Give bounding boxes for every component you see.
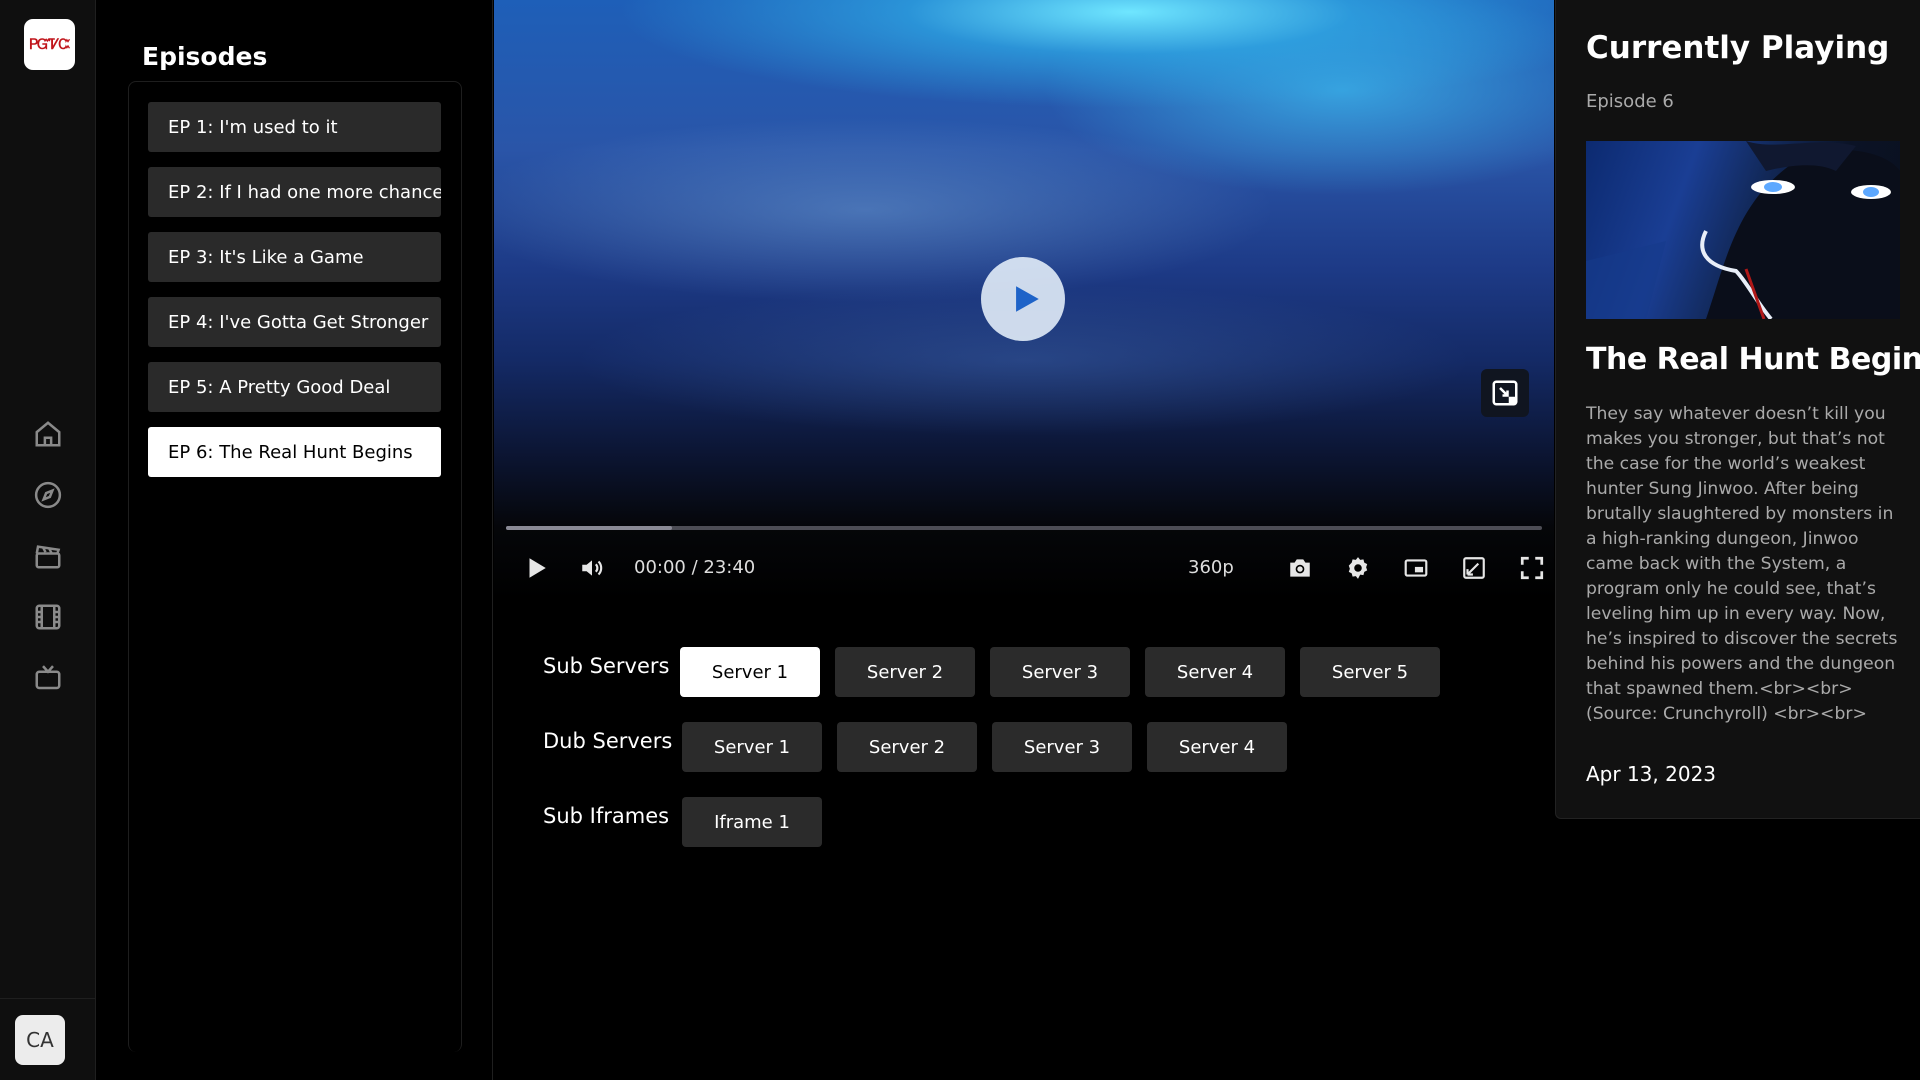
miniplayer-icon [1404,559,1428,577]
gear-icon [1348,557,1368,579]
big-play-button[interactable] [981,257,1065,341]
video-player[interactable]: 00:00 / 23:40 360p [494,0,1554,600]
play-icon [529,558,546,578]
sub-server-1-button[interactable]: Server 1 [680,647,820,697]
volume-icon [582,560,603,576]
sub-server-3-button[interactable]: Server 3 [990,647,1130,697]
currently-playing-panel: Currently Playing Episode 6 The Real Hun… [1555,0,1920,819]
pip-toggle-button[interactable] [1481,369,1529,417]
air-date: Apr 13, 2023 [1586,762,1717,786]
iframe-1-button[interactable]: Iframe 1 [682,797,822,847]
language-button[interactable]: CA [15,1015,65,1065]
fullscreen-icon [1520,556,1544,580]
theater-mode-button[interactable] [1454,548,1494,588]
sub-server-5-button[interactable]: Server 5 [1300,647,1440,697]
settings-button[interactable] [1338,548,1378,588]
episode-item-6[interactable]: EP 6: The Real Hunt Begins [148,427,441,477]
episode-description: They say whatever doesn’t kill you makes… [1586,404,1898,724]
nav-home[interactable] [0,403,96,464]
episodes-list-container [128,81,462,1052]
miniplayer-button[interactable] [1396,548,1436,588]
play-icon [1016,286,1039,312]
sub-server-4-button[interactable]: Server 4 [1145,647,1285,697]
time-display: 00:00 / 23:40 [634,557,756,578]
play-button[interactable] [516,548,556,588]
left-rail: ᏢᏳᏤᏨ CA [0,0,96,1080]
nav-menu [0,403,96,708]
quality-selector[interactable]: 360p [1188,557,1234,578]
sub-server-2-button[interactable]: Server 2 [835,647,975,697]
camera-icon [1290,559,1310,577]
progress-bar[interactable] [506,526,1542,530]
nav-movies[interactable] [0,525,96,586]
logo-text: ᏢᏳᏤᏨ [29,36,70,53]
dub-server-1-button[interactable]: Server 1 [682,722,822,772]
episode-title: The Real Hunt Begins [1586,342,1920,377]
episode-number: Episode 6 [1586,91,1674,112]
episode-item-1[interactable]: EP 1: I'm used to it [148,102,441,152]
theater-icon [1463,557,1485,579]
player-controls: 00:00 / 23:40 360p [494,548,1554,588]
episode-item-3[interactable]: EP 3: It's Like a Game [148,232,441,282]
film-icon [35,604,61,629]
clapperboard-icon [35,544,61,568]
picture-in-picture-icon [1492,380,1518,406]
episode-item-2[interactable]: EP 2: If I had one more chance [148,167,441,217]
dub-servers-label: Dub Servers [543,729,673,753]
dub-server-3-button[interactable]: Server 3 [992,722,1132,772]
episode-item-4[interactable]: EP 4: I've Gotta Get Stronger [148,297,441,347]
thumbnail-art [1586,141,1900,319]
nav-films[interactable] [0,586,96,647]
sub-iframes-label: Sub Iframes [543,804,670,828]
compass-icon [34,481,62,508]
episode-item-5[interactable]: EP 5: A Pretty Good Deal [148,362,441,412]
screenshot-button[interactable] [1280,548,1320,588]
fullscreen-button[interactable] [1512,548,1552,588]
home-icon [35,420,61,446]
nav-tv[interactable] [0,647,96,708]
dub-server-2-button[interactable]: Server 2 [837,722,977,772]
site-logo[interactable]: ᏢᏳᏤᏨ [24,19,75,70]
dub-server-4-button[interactable]: Server 4 [1147,722,1287,772]
episodes-title: Episodes [142,42,268,71]
buffered-progress [506,526,672,530]
episode-thumbnail [1586,141,1900,319]
currently-playing-heading: Currently Playing [1586,30,1890,66]
rail-footer: CA [0,998,96,1080]
sub-servers-label: Sub Servers [543,654,670,678]
tv-icon [35,664,61,689]
volume-button[interactable] [572,548,612,588]
episodes-column: Episodes EP 1: I'm used to it EP 2: If I… [97,0,493,1080]
nav-explore[interactable] [0,464,96,525]
